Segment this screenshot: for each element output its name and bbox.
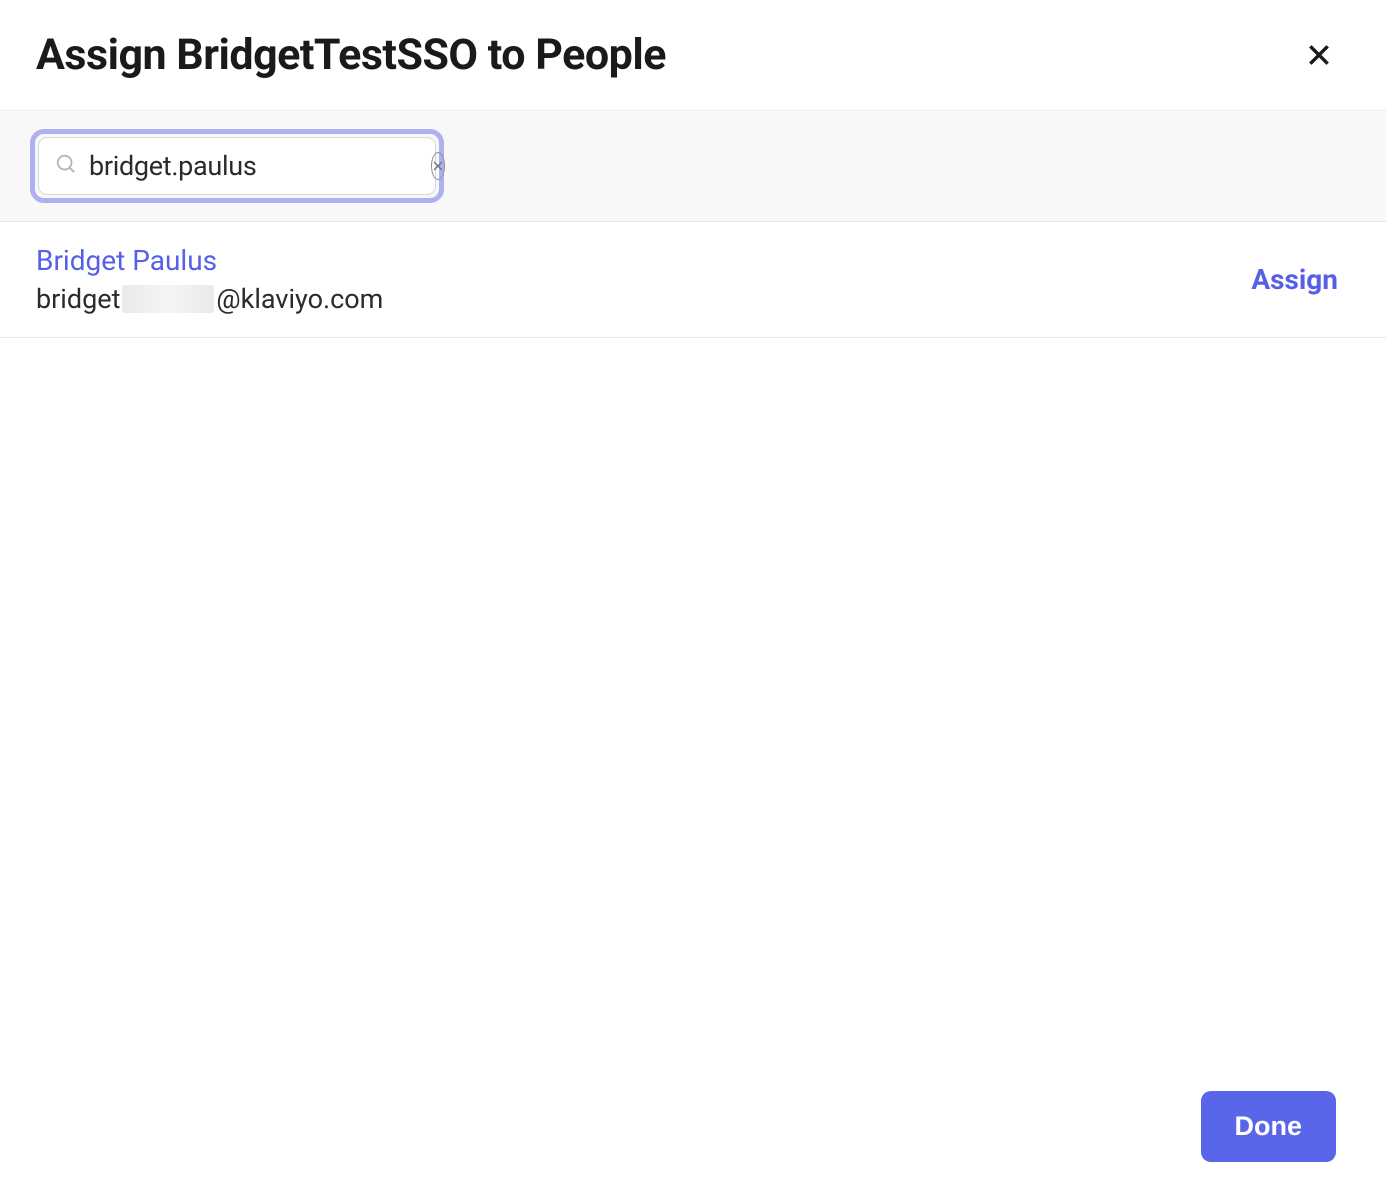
redacted-segment [122, 285, 214, 313]
clear-icon [432, 157, 444, 176]
results-list: Bridget Paulus bridget @klaviyo.com Assi… [0, 222, 1386, 338]
close-button[interactable] [1300, 36, 1338, 78]
close-icon [1306, 53, 1332, 72]
result-info: Bridget Paulus bridget @klaviyo.com [36, 244, 383, 315]
clear-search-button[interactable] [431, 152, 445, 180]
result-email: bridget @klaviyo.com [36, 283, 383, 315]
search-input[interactable] [89, 150, 431, 182]
search-icon [55, 153, 77, 179]
search-focus-ring [30, 129, 444, 203]
search-box [38, 137, 436, 195]
assign-button[interactable]: Assign [1251, 263, 1338, 296]
dialog-header: Assign BridgetTestSSO to People [0, 0, 1386, 110]
result-name-link[interactable]: Bridget Paulus [36, 244, 383, 277]
email-prefix: bridget [36, 283, 120, 315]
search-bar [0, 110, 1386, 222]
email-suffix: @klaviyo.com [216, 283, 383, 315]
result-row: Bridget Paulus bridget @klaviyo.com Assi… [0, 222, 1386, 337]
done-button[interactable]: Done [1201, 1091, 1337, 1162]
dialog-title: Assign BridgetTestSSO to People [36, 30, 666, 80]
dialog-footer: Done [1201, 1091, 1337, 1162]
